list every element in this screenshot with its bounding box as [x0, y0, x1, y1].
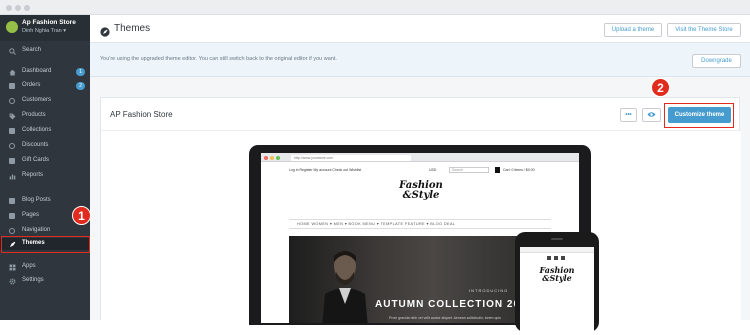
sidebar-item-blog-posts[interactable]: Blog Posts: [0, 195, 90, 207]
fashion-style-logo: Fashion &Style: [399, 180, 443, 201]
upload-theme-button[interactable]: Upload a theme: [604, 23, 662, 37]
sidebar-item-discounts[interactable]: Discounts: [0, 140, 90, 152]
sidebar-item-label: Customers: [22, 97, 52, 103]
phone-logo: Fashion &Style: [539, 265, 575, 283]
sidebar-item-reports[interactable]: Reports: [0, 170, 90, 182]
sidebar-item-label: Collections: [22, 127, 52, 133]
hero-intro: INTRODUCING: [469, 288, 509, 293]
sidebar-item-orders[interactable]: Orders 2: [0, 80, 90, 92]
store-search-field: Search: [449, 167, 489, 173]
theme-preview: http://www.yourstore.com Log in Register…: [101, 131, 741, 335]
dashboard-count-badge: 1: [76, 68, 85, 76]
eye-icon: [647, 112, 656, 117]
blog-icon: [8, 197, 16, 205]
gift-card-icon: [8, 157, 16, 165]
visit-theme-store-button[interactable]: Visit the Theme Store: [667, 23, 741, 37]
store-logo-icon: [6, 21, 18, 33]
sidebar-item-label: Search: [22, 47, 42, 53]
notice-text: You're using the upgraded theme editor. …: [100, 56, 337, 62]
sidebar-item-settings[interactable]: Settings: [0, 275, 90, 287]
sidebar-item-label: Orders: [22, 82, 41, 88]
sidebar-item-label: Pages: [22, 212, 40, 218]
page-title: Themes: [114, 23, 151, 34]
orders-icon: [8, 82, 16, 90]
sidebar-item-customers[interactable]: Customers: [0, 95, 90, 107]
theme-name: AP Fashion Store: [110, 110, 173, 119]
sidebar-item-collections[interactable]: Collections: [0, 125, 90, 137]
sidebar-item-gift-cards[interactable]: Gift Cards: [0, 155, 90, 167]
downgrade-button[interactable]: Downgrade: [692, 54, 741, 68]
model-figure: [322, 251, 368, 323]
page-header: Themes Upload a theme Visit the Theme St…: [90, 15, 750, 43]
editor-notice: You're using the upgraded theme editor. …: [90, 43, 750, 77]
discount-icon: [8, 142, 16, 150]
navigation-icon: [8, 227, 16, 235]
store-switcher[interactable]: Ap Fashion Store Dinh Nghia Tran ▾: [0, 15, 90, 41]
sidebar-item-apps[interactable]: Apps: [0, 261, 90, 273]
gear-icon: [8, 277, 16, 285]
sidebar-item-products[interactable]: Products: [0, 110, 90, 122]
sidebar-item-label: Settings: [22, 277, 44, 283]
sidebar-item-label: Reports: [22, 172, 44, 178]
themes-title-icon: [100, 24, 110, 37]
window-zoom-dot[interactable]: [24, 5, 30, 11]
hero-description: Proin gravida nibh vel velit auctor aliq…: [389, 316, 501, 320]
step-one-callout: 1: [72, 206, 91, 225]
sidebar-item-label: Products: [22, 112, 46, 118]
customize-highlight-frame: [664, 103, 734, 128]
store-utility-bar: Log in Register My account Check out Wis…: [289, 167, 535, 173]
store-main-menu: HOME WOMEN ▾ MEN ▾ BOOK MENU ▾ TEMPLATE …: [289, 219, 551, 229]
browser-bar: http://www.yourstore.com: [261, 153, 579, 162]
search-icon: [8, 47, 16, 55]
pages-icon: [8, 212, 16, 220]
sidebar-item-dashboard[interactable]: Dashboard 1: [0, 66, 90, 78]
step-two-callout: 2: [651, 78, 670, 97]
orders-count-badge: 2: [76, 82, 85, 90]
store-name: Ap Fashion Store: [22, 19, 76, 26]
sidebar-item-label: Gift Cards: [22, 157, 50, 163]
window-titlebar: [0, 0, 750, 15]
sidebar: Ap Fashion Store Dinh Nghia Tran ▾ Searc…: [0, 15, 90, 320]
sidebar-item-label: Discounts: [22, 142, 49, 148]
sidebar-item-label: Dashboard: [22, 68, 52, 74]
sidebar-item-label: Navigation: [22, 227, 51, 233]
home-icon: [8, 68, 16, 76]
customers-icon: [8, 97, 16, 105]
tag-icon: [8, 112, 16, 120]
more-actions-button[interactable]: •••: [620, 108, 637, 122]
window-close-dot[interactable]: [6, 5, 12, 11]
browser-url: http://www.yourstore.com: [291, 154, 411, 161]
apps-icon: [8, 263, 16, 271]
hero-banner: INTRODUCING AUTUMN COLLECTION 2016 Proin…: [289, 236, 551, 323]
window-minimize-dot[interactable]: [15, 5, 21, 11]
phone-screen: Fashion &Style: [520, 247, 594, 335]
hero-title: AUTUMN COLLECTION 2016: [375, 299, 534, 310]
collections-icon: [8, 127, 16, 135]
preview-button[interactable]: [642, 108, 661, 122]
themes-highlight-frame: [1, 236, 90, 253]
reports-icon: [8, 172, 16, 180]
current-theme-card: AP Fashion Store ••• Customize theme htt…: [100, 97, 741, 335]
sidebar-item-search[interactable]: Search: [0, 45, 90, 57]
app-window: Ap Fashion Store Dinh Nghia Tran ▾ Searc…: [0, 0, 750, 335]
phone-mockup: Fashion &Style: [515, 232, 599, 335]
sidebar-item-label: Apps: [22, 263, 36, 269]
theme-card-header: AP Fashion Store ••• Customize theme: [101, 98, 741, 131]
store-user: Dinh Nghia Tran ▾: [22, 28, 67, 34]
sidebar-item-label: Blog Posts: [22, 197, 51, 203]
